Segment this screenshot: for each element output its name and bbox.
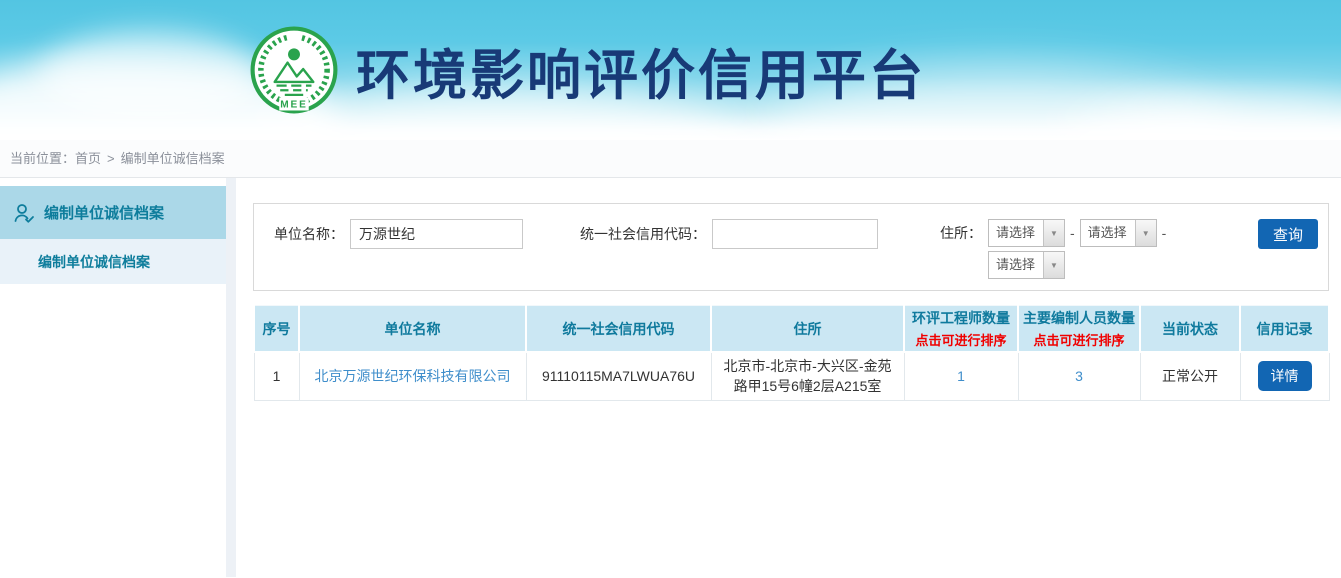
- company-link[interactable]: 北京万源世纪环保科技有限公司: [315, 368, 511, 384]
- col-address: 住所: [711, 306, 904, 353]
- table-row: 1 北京万源世纪环保科技有限公司 91110115MA7LWUA76U 北京市-…: [254, 352, 1329, 400]
- sidebar-item-label: 编制单位诚信档案: [44, 202, 164, 223]
- query-button[interactable]: 查询: [1258, 219, 1318, 249]
- user-check-icon: [12, 201, 36, 225]
- engineer-count-link[interactable]: 1: [957, 368, 965, 384]
- result-table: 序号 单位名称 统一社会信用代码 住所 环评工程师数量 点击可进行排序 主要编制…: [253, 305, 1330, 401]
- col-engineer-count[interactable]: 环评工程师数量 点击可进行排序: [904, 306, 1018, 353]
- address-dash: -: [1070, 225, 1075, 241]
- credit-code-input[interactable]: [712, 219, 878, 249]
- breadcrumb-separator: >: [107, 151, 115, 166]
- sidebar-subitem-label: 编制单位诚信档案: [38, 252, 150, 272]
- col-credit-record: 信用记录: [1240, 306, 1329, 353]
- credit-code-label: 统一社会信用代码：: [580, 224, 706, 244]
- sidebar-subitem-unit-credit-archive[interactable]: 编制单位诚信档案: [0, 239, 226, 284]
- chevron-down-icon[interactable]: ▼: [1043, 252, 1064, 278]
- site-header: MEE 环境影响评价信用平台: [0, 0, 1341, 140]
- sidebar-item-unit-credit-archive[interactable]: 编制单位诚信档案: [0, 186, 226, 239]
- company-name-input[interactable]: [350, 219, 523, 249]
- content: 单位名称： 统一社会信用代码： 住所： 请选择 ▼ -: [236, 178, 1341, 577]
- main-area: 编制单位诚信档案 编制单位诚信档案 单位名称： 统一社会信用代码： 住所：: [0, 178, 1341, 577]
- col-staff-count[interactable]: 主要编制人员数量 点击可进行排序: [1018, 306, 1140, 353]
- province-select[interactable]: 请选择 ▼: [988, 219, 1065, 247]
- sidebar: 编制单位诚信档案 编制单位诚信档案: [0, 178, 226, 577]
- breadcrumb-current: 编制单位诚信档案: [121, 151, 225, 166]
- cell-engineer-count: 1: [904, 352, 1018, 400]
- cell-credit-code: 91110115MA7LWUA76U: [526, 352, 711, 400]
- cell-company: 北京万源世纪环保科技有限公司: [299, 352, 526, 400]
- site-title: 环境影响评价信用平台: [356, 31, 926, 110]
- address-dash: -: [1162, 225, 1167, 241]
- col-company: 单位名称: [299, 306, 526, 353]
- cell-index: 1: [254, 352, 299, 400]
- sort-hint[interactable]: 点击可进行排序: [907, 330, 1015, 349]
- brand: MEE 环境影响评价信用平台: [0, 0, 1341, 140]
- company-name-label: 单位名称：: [274, 224, 344, 244]
- city-select[interactable]: 请选择 ▼: [1080, 219, 1157, 247]
- col-status: 当前状态: [1140, 306, 1240, 353]
- table-header-row: 序号 单位名称 统一社会信用代码 住所 环评工程师数量 点击可进行排序 主要编制…: [254, 306, 1329, 353]
- mee-logo-icon: MEE: [248, 24, 340, 116]
- search-panel: 单位名称： 统一社会信用代码： 住所： 请选择 ▼ -: [253, 203, 1329, 291]
- cell-address: 北京市-北京市-大兴区-金苑路甲15号6幢2层A215室: [711, 352, 904, 400]
- chevron-down-icon[interactable]: ▼: [1043, 220, 1064, 246]
- cell-staff-count: 3: [1018, 352, 1140, 400]
- col-index: 序号: [254, 306, 299, 353]
- staff-count-link[interactable]: 3: [1075, 368, 1083, 384]
- cell-status: 正常公开: [1140, 352, 1240, 400]
- svg-text:MEE: MEE: [280, 100, 307, 111]
- cell-credit-record: 详情: [1240, 352, 1329, 400]
- breadcrumb-home-link[interactable]: 首页: [75, 151, 101, 166]
- district-select[interactable]: 请选择 ▼: [988, 251, 1065, 279]
- chevron-down-icon[interactable]: ▼: [1135, 220, 1156, 246]
- breadcrumb: 当前位置：首页 > 编制单位诚信档案: [0, 140, 1341, 178]
- detail-button[interactable]: 详情: [1258, 361, 1312, 391]
- sort-hint[interactable]: 点击可进行排序: [1021, 330, 1137, 349]
- breadcrumb-label: 当前位置：: [10, 151, 75, 166]
- col-credit-code: 统一社会信用代码: [526, 306, 711, 353]
- address-label: 住所：: [940, 219, 982, 247]
- sidebar-content-divider: [226, 178, 236, 577]
